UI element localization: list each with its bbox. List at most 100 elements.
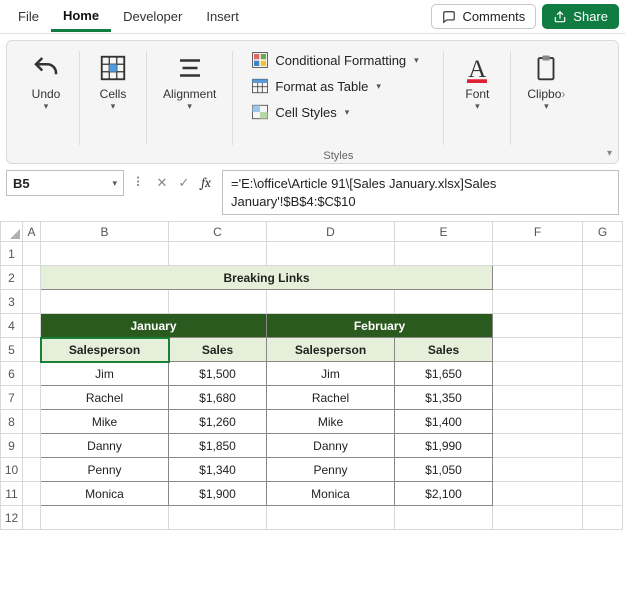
cell[interactable]: Mike	[41, 410, 169, 434]
tab-home[interactable]: Home	[51, 2, 111, 32]
insert-function-button[interactable]: fx	[196, 173, 216, 193]
cells-button[interactable]: Cells ▾	[90, 49, 136, 114]
format-as-table-button[interactable]: Format as Table ▾	[247, 75, 422, 97]
cell-styles-button[interactable]: Cell Styles ▾	[247, 101, 422, 123]
share-button[interactable]: Share	[542, 4, 619, 29]
title-cell[interactable]: Breaking Links	[41, 266, 493, 290]
row-header[interactable]: 10	[1, 458, 23, 482]
row-header[interactable]: 3	[1, 290, 23, 314]
cell[interactable]: Jim	[41, 362, 169, 386]
formula-bar[interactable]: ='E:\office\Article 91\[Sales January.xl…	[222, 170, 619, 215]
cell[interactable]: Danny	[41, 434, 169, 458]
cell[interactable]: Monica	[41, 482, 169, 506]
ribbon-options-icon[interactable]: ▾	[607, 148, 612, 159]
chevron-down-icon: ▾	[376, 81, 381, 92]
row-header[interactable]: 1	[1, 242, 23, 266]
row-header[interactable]: 7	[1, 386, 23, 410]
row-header[interactable]: 4	[1, 314, 23, 338]
alignment-label: Alignment	[163, 87, 216, 101]
row-header[interactable]: 9	[1, 434, 23, 458]
undo-icon	[29, 51, 63, 85]
cell[interactable]: $1,990	[395, 434, 493, 458]
comments-button[interactable]: Comments	[431, 4, 536, 29]
row-header[interactable]: 2	[1, 266, 23, 290]
chevron-down-icon: ▾	[187, 101, 192, 112]
col-header[interactable]: F	[493, 222, 583, 242]
alignment-button[interactable]: Alignment ▾	[157, 49, 222, 114]
cell[interactable]: Sales	[395, 338, 493, 362]
cell[interactable]: $1,650	[395, 362, 493, 386]
row-header[interactable]: 11	[1, 482, 23, 506]
cell[interactable]: Penny	[41, 458, 169, 482]
menu-bar: File Home Developer Insert Comments Shar…	[0, 0, 625, 34]
font-button[interactable]: A Font ▾	[454, 49, 500, 114]
share-label: Share	[573, 9, 608, 24]
cell[interactable]: $1,680	[169, 386, 267, 410]
cell-b5[interactable]: Salesperson	[41, 338, 169, 362]
conditional-formatting-icon	[251, 51, 269, 69]
row-header[interactable]: 8	[1, 410, 23, 434]
name-box[interactable]: B5 ▾	[6, 170, 124, 196]
cell[interactable]: Jim	[267, 362, 395, 386]
row-header[interactable]: 12	[1, 506, 23, 530]
cell[interactable]: $2,100	[395, 482, 493, 506]
clipboard-button[interactable]: Clipbo› ▾	[521, 49, 571, 114]
col-header[interactable]: D	[267, 222, 395, 242]
cell[interactable]: Rachel	[267, 386, 395, 410]
row-header[interactable]: 6	[1, 362, 23, 386]
cell[interactable]: Rachel	[41, 386, 169, 410]
cell-styles-label: Cell Styles	[275, 105, 336, 120]
cell[interactable]: Penny	[267, 458, 395, 482]
name-box-value: B5	[13, 176, 112, 191]
cells-label: Cells	[100, 87, 127, 101]
tab-developer[interactable]: Developer	[111, 3, 194, 30]
undo-label: Undo	[32, 87, 61, 101]
grid-table[interactable]: A B C D E F G 1 2 Breaking Links 3 4 Jan…	[0, 221, 623, 530]
cancel-formula-button[interactable]: ✕	[152, 173, 172, 193]
formula-controls: ⠇ ✕ ✓ fx	[130, 170, 216, 196]
enter-formula-button[interactable]: ✓	[174, 173, 194, 193]
cell[interactable]: Sales	[169, 338, 267, 362]
comments-label: Comments	[462, 9, 525, 24]
tab-insert[interactable]: Insert	[194, 3, 251, 30]
conditional-formatting-label: Conditional Formatting	[275, 53, 406, 68]
cell[interactable]: $1,850	[169, 434, 267, 458]
cell[interactable]: $1,400	[395, 410, 493, 434]
cell[interactable]: Salesperson	[267, 338, 395, 362]
conditional-formatting-button[interactable]: Conditional Formatting ▾	[247, 49, 422, 71]
clipboard-label: Clipbo›	[527, 87, 565, 101]
col-header[interactable]: G	[583, 222, 623, 242]
row-header[interactable]: 5	[1, 338, 23, 362]
cell[interactable]: $1,500	[169, 362, 267, 386]
col-header[interactable]: B	[41, 222, 169, 242]
col-header[interactable]: A	[23, 222, 41, 242]
cell[interactable]: Monica	[267, 482, 395, 506]
cell[interactable]: $1,340	[169, 458, 267, 482]
select-all-corner[interactable]	[1, 222, 23, 242]
font-icon: A	[460, 51, 494, 85]
ribbon: Undo ▾ Cells ▾ Alignment ▾	[6, 40, 619, 164]
comment-icon	[442, 10, 456, 24]
collapse-button[interactable]: ⠇	[130, 173, 150, 193]
col-header[interactable]: C	[169, 222, 267, 242]
month-header-jan[interactable]: January	[41, 314, 267, 338]
chevron-down-icon: ▾	[111, 101, 116, 112]
cell[interactable]: $1,260	[169, 410, 267, 434]
tab-file[interactable]: File	[6, 3, 51, 30]
cell[interactable]: $1,050	[395, 458, 493, 482]
cell[interactable]: $1,350	[395, 386, 493, 410]
group-clipboard: Clipbo› ▾	[511, 47, 581, 163]
group-font: A Font ▾	[444, 47, 510, 163]
undo-button[interactable]: Undo ▾	[23, 49, 69, 114]
cell[interactable]: Danny	[267, 434, 395, 458]
chevron-down-icon: ▾	[112, 178, 117, 189]
col-header[interactable]: E	[395, 222, 493, 242]
svg-text:A: A	[469, 56, 487, 83]
cell[interactable]: Mike	[267, 410, 395, 434]
cell-styles-icon	[251, 103, 269, 121]
format-as-table-icon	[251, 77, 269, 95]
cell[interactable]: $1,900	[169, 482, 267, 506]
group-styles: Conditional Formatting ▾ Format as Table…	[233, 47, 443, 163]
month-header-feb[interactable]: February	[267, 314, 493, 338]
group-undo: Undo ▾	[13, 47, 79, 163]
